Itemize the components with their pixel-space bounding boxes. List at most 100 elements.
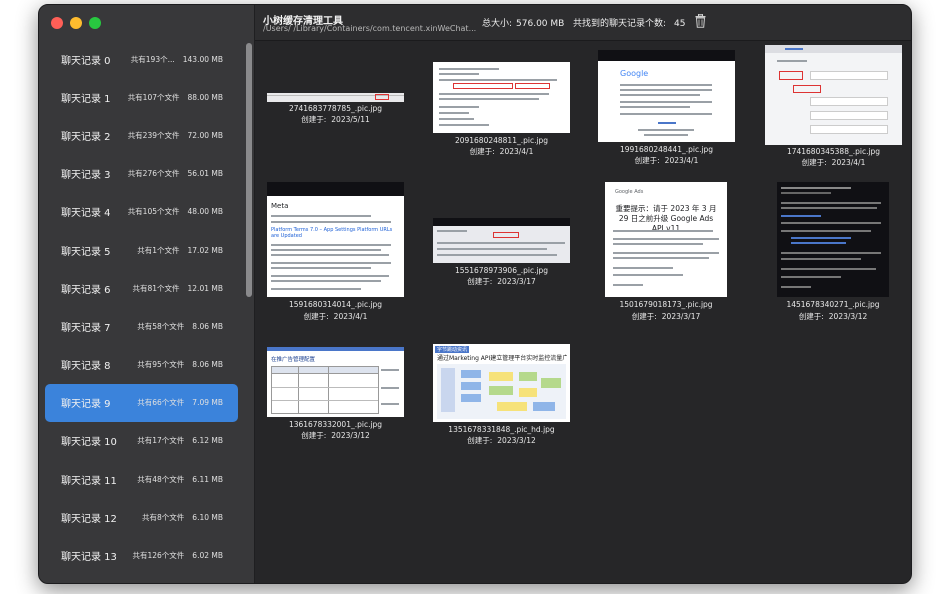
created-label: 创建于: bbox=[467, 277, 493, 286]
record-size: 17.02 MB bbox=[187, 245, 223, 255]
app-window: 聊天记录 0 共有193个... 143.00 MB 聊天记录 1 共有107个文件 88… bbox=[38, 4, 912, 584]
record-size: 6.11 MB bbox=[192, 474, 223, 484]
chat-record-item[interactable]: 聊天记录 0 共有193个... 143.00 MB bbox=[45, 40, 238, 78]
found-count-label: 共找到的聊天记录个数: bbox=[573, 19, 667, 29]
created-date: 2023/3/12 bbox=[497, 436, 536, 445]
file-name: 1591680314014_.pic.jpg bbox=[288, 300, 383, 309]
file-tile[interactable]: Google Ads 重要提示：请于 2023 年 3 月 29 日之前升级 G… bbox=[605, 182, 727, 324]
file-thumbnail bbox=[267, 93, 404, 102]
chat-record-title: 聊天记录 12 bbox=[61, 513, 117, 525]
file-created: 创建于: 2023/3/12 bbox=[777, 311, 889, 322]
file-name: 1501679018173_.pic.jpg bbox=[619, 300, 713, 309]
file-created: 创建于: 2023/4/1 bbox=[267, 311, 404, 322]
record-size: 6.02 MB bbox=[192, 551, 223, 561]
file-created: 创建于: 2023/3/17 bbox=[433, 276, 570, 287]
file-name: 2091680248811_.pic.jpg bbox=[454, 136, 549, 145]
record-size: 48.00 MB bbox=[187, 207, 223, 217]
chat-record-info: 共有193个... 143.00 MB bbox=[123, 54, 223, 65]
google-logo: Google bbox=[620, 69, 649, 78]
file-name: 1451678340271_.pic.jpg bbox=[786, 300, 880, 309]
file-name: 1551678973906_.pic.jpg bbox=[454, 266, 549, 275]
chat-record-info: 共有8个文件 6.10 MB bbox=[134, 512, 223, 523]
file-tile[interactable]: 1741680345388_.pic.jpg 创建于: 2023/4/1 bbox=[765, 45, 902, 170]
record-size: 143.00 MB bbox=[182, 54, 223, 64]
sidebar-scrollbar[interactable] bbox=[246, 43, 252, 297]
google-ads-logo: Google Ads bbox=[615, 189, 644, 195]
chat-record-item[interactable]: 聊天记录 10 共有17个文件 6.12 MB bbox=[45, 422, 238, 460]
file-count: 共有8个文件 bbox=[142, 512, 185, 522]
chat-record-item[interactable]: 聊天记录 7 共有58个文件 8.06 MB bbox=[45, 307, 238, 345]
file-name: 1741680345388_.pic.jpg bbox=[786, 147, 881, 156]
chat-record-info: 共有17个文件 6.12 MB bbox=[129, 435, 223, 446]
close-window-button[interactable] bbox=[51, 17, 63, 29]
file-created: 创建于: 2023/3/12 bbox=[267, 430, 404, 441]
file-count: 共有193个... bbox=[130, 54, 175, 64]
chat-record-title: 聊天记录 1 bbox=[61, 93, 111, 105]
file-tile[interactable]: 1551678973906_.pic.jpg 创建于: 2023/3/17 bbox=[433, 218, 570, 288]
file-count: 共有126个文件 bbox=[132, 551, 185, 561]
file-count: 共有107个文件 bbox=[127, 92, 180, 102]
chat-record-item[interactable]: 聊天记录 8 共有95个文件 8.06 MB bbox=[45, 346, 238, 384]
chat-record-info: 共有48个文件 6.11 MB bbox=[129, 474, 223, 485]
minimize-window-button[interactable] bbox=[70, 17, 82, 29]
chat-record-item[interactable]: 聊天记录 6 共有81个文件 12.01 MB bbox=[45, 269, 238, 307]
file-tile[interactable]: Google 1991680248441_.pic.jpg 创建于: 2023/4… bbox=[598, 50, 735, 167]
trash-icon[interactable] bbox=[695, 14, 706, 28]
file-name: 2741683778785_.pic.jpg bbox=[288, 104, 383, 113]
zoom-window-button[interactable] bbox=[89, 17, 101, 29]
chat-record-info: 共有66个文件 7.09 MB bbox=[129, 397, 223, 408]
chat-record-info: 共有239个文件 72.00 MB bbox=[120, 130, 223, 141]
file-tile[interactable]: 2091680248811_.pic.jpg 创建于: 2023/4/1 bbox=[433, 62, 570, 158]
created-date: 2023/4/1 bbox=[499, 147, 534, 156]
created-label: 创建于: bbox=[631, 312, 657, 321]
chat-record-title: 聊天记录 4 bbox=[61, 208, 111, 220]
created-label: 创建于: bbox=[634, 156, 660, 165]
record-size: 72.00 MB bbox=[187, 130, 223, 140]
chat-record-title: 聊天记录 6 bbox=[61, 284, 111, 296]
file-thumbnail: 在推广告管理配置 bbox=[267, 347, 404, 417]
chat-record-item[interactable]: 聊天记录 9 共有66个文件 7.09 MB bbox=[45, 383, 238, 422]
chat-record-item[interactable]: 聊天记录 2 共有239个文件 72.00 MB bbox=[45, 116, 238, 154]
file-tile[interactable]: 字节跳动资讯 通过Marketing API建立管理平台实时监控流量广告 135 bbox=[433, 344, 570, 447]
file-count: 共有276个文件 bbox=[127, 169, 180, 179]
file-tile[interactable]: Meta Platform Terms 7.0 – App Settings P… bbox=[267, 182, 404, 324]
chat-record-title: 聊天记录 10 bbox=[61, 437, 117, 449]
created-date: 2023/4/1 bbox=[333, 312, 368, 321]
chat-record-title: 聊天记录 8 bbox=[61, 361, 111, 373]
sidebar: 聊天记录 0 共有193个... 143.00 MB 聊天记录 1 共有107个文件 88… bbox=[39, 5, 255, 583]
file-thumbnail: 字节跳动资讯 通过Marketing API建立管理平台实时监控流量广告 bbox=[433, 344, 570, 422]
chat-record-item[interactable]: 聊天记录 1 共有107个文件 88.00 MB bbox=[45, 78, 238, 116]
total-size-value: 576.00 MB bbox=[516, 19, 565, 29]
meta-heading: Platform Terms 7.0 – App Settings Platfo… bbox=[271, 227, 393, 239]
chat-record-item[interactable]: 聊天记录 4 共有105个文件 48.00 MB bbox=[45, 193, 238, 231]
chat-record-info: 共有95个文件 8.06 MB bbox=[129, 359, 223, 370]
chat-record-item[interactable]: 聊天记录 12 共有8个文件 6.10 MB bbox=[45, 498, 238, 536]
file-thumbnail bbox=[777, 182, 889, 297]
created-date: 2023/4/1 bbox=[831, 158, 866, 167]
file-thumbnail: Meta Platform Terms 7.0 – App Settings P… bbox=[267, 182, 404, 297]
file-count: 共有239个文件 bbox=[127, 130, 180, 140]
record-size: 56.01 MB bbox=[187, 169, 223, 179]
chat-record-item[interactable]: 聊天记录 11 共有48个文件 6.11 MB bbox=[45, 460, 238, 498]
file-count: 共有17个文件 bbox=[137, 436, 185, 446]
file-created: 创建于: 2023/4/1 bbox=[433, 146, 570, 157]
created-date: 2023/5/11 bbox=[331, 115, 370, 124]
chat-record-title: 聊天记录 3 bbox=[61, 170, 111, 182]
toolbar: 小树缓存清理工具 /Users/ /Library/Containers/com… bbox=[255, 5, 911, 41]
file-tile[interactable]: 1451678340271_.pic.jpg 创建于: 2023/3/12 bbox=[777, 182, 889, 324]
chat-record-item[interactable]: 聊天记录 13 共有126个文件 6.02 MB bbox=[45, 536, 238, 574]
file-count: 共有81个文件 bbox=[132, 283, 180, 293]
file-tile[interactable]: 2741683778785_.pic.jpg 创建于: 2023/5/11 bbox=[267, 93, 404, 127]
chat-record-title: 聊天记录 5 bbox=[61, 246, 111, 258]
file-thumbnail: Google bbox=[598, 50, 735, 142]
chat-record-item[interactable]: 聊天记录 5 共有1个文件 17.02 MB bbox=[45, 231, 238, 269]
record-size: 8.06 MB bbox=[192, 321, 223, 331]
created-label: 创建于: bbox=[798, 312, 824, 321]
chat-record-item[interactable]: 聊天记录 3 共有276个文件 56.01 MB bbox=[45, 155, 238, 193]
main-panel: 小树缓存清理工具 /Users/ /Library/Containers/com… bbox=[255, 5, 911, 583]
chat-record-title: 聊天记录 7 bbox=[61, 322, 111, 334]
file-thumbnail bbox=[433, 62, 570, 133]
file-count: 共有66个文件 bbox=[137, 398, 185, 408]
created-date: 2023/3/17 bbox=[497, 277, 536, 286]
file-tile[interactable]: 在推广告管理配置 1361678332001_.pic.jpg 创建于: 2023… bbox=[267, 347, 404, 442]
